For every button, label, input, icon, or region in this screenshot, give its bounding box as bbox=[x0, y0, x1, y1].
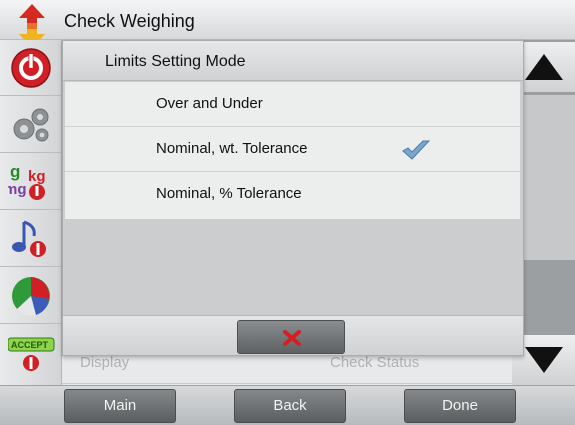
units-button[interactable]: g kg mg bbox=[0, 154, 62, 210]
option-nominal-pct-tolerance[interactable]: Nominal, % Tolerance bbox=[65, 172, 520, 217]
accept-button[interactable]: ACCEPT bbox=[0, 325, 62, 381]
dialog-title: Limits Setting Mode bbox=[105, 53, 246, 70]
svg-text:g: g bbox=[10, 162, 20, 181]
list-item-label: Display bbox=[80, 354, 130, 371]
dialog-footer bbox=[63, 315, 523, 355]
beeper-button[interactable] bbox=[0, 211, 62, 267]
option-nominal-wt-tolerance[interactable]: Nominal, wt. Tolerance bbox=[65, 127, 520, 172]
svg-text:kg: kg bbox=[28, 168, 46, 185]
option-label: Nominal, wt. Tolerance bbox=[156, 140, 308, 157]
option-label: Over and Under bbox=[156, 95, 263, 112]
units-icon: g kg mg bbox=[8, 162, 46, 200]
svg-text:mg: mg bbox=[8, 181, 27, 198]
svg-text:ACCEPT: ACCEPT bbox=[11, 340, 49, 350]
options-list: Over and Under Nominal, wt. Tolerance No… bbox=[65, 82, 520, 219]
back-button[interactable]: Back bbox=[234, 389, 346, 423]
cancel-button[interactable] bbox=[237, 320, 345, 354]
power-button[interactable] bbox=[0, 40, 62, 96]
gears-icon bbox=[13, 108, 49, 142]
left-toolbar: g kg mg ACCEPT bbox=[0, 40, 62, 385]
done-button[interactable]: Done bbox=[404, 389, 516, 423]
music-note-icon bbox=[12, 220, 46, 257]
dialog-header: Limits Setting Mode bbox=[63, 41, 523, 81]
option-over-under[interactable]: Over and Under bbox=[65, 82, 520, 127]
triangle-down-icon bbox=[525, 347, 563, 373]
statistics-button[interactable] bbox=[0, 268, 62, 324]
checkmark-icon bbox=[402, 140, 431, 160]
main-button[interactable]: Main bbox=[64, 389, 176, 423]
power-icon bbox=[11, 48, 51, 88]
accept-icon: ACCEPT bbox=[8, 337, 55, 371]
settings-button[interactable] bbox=[0, 97, 62, 153]
limits-mode-dialog: Limits Setting Mode Over and Under Nomin… bbox=[62, 40, 524, 356]
title-bar: Check Weighing bbox=[0, 0, 575, 48]
triangle-up-icon bbox=[525, 54, 563, 80]
pie-chart-icon bbox=[12, 277, 50, 316]
bottom-nav: Main Back Done bbox=[0, 385, 575, 425]
page-title: Check Weighing bbox=[64, 11, 195, 31]
close-icon bbox=[283, 330, 301, 346]
list-item-value: Check Status bbox=[330, 354, 420, 371]
option-label: Nominal, % Tolerance bbox=[156, 185, 302, 202]
